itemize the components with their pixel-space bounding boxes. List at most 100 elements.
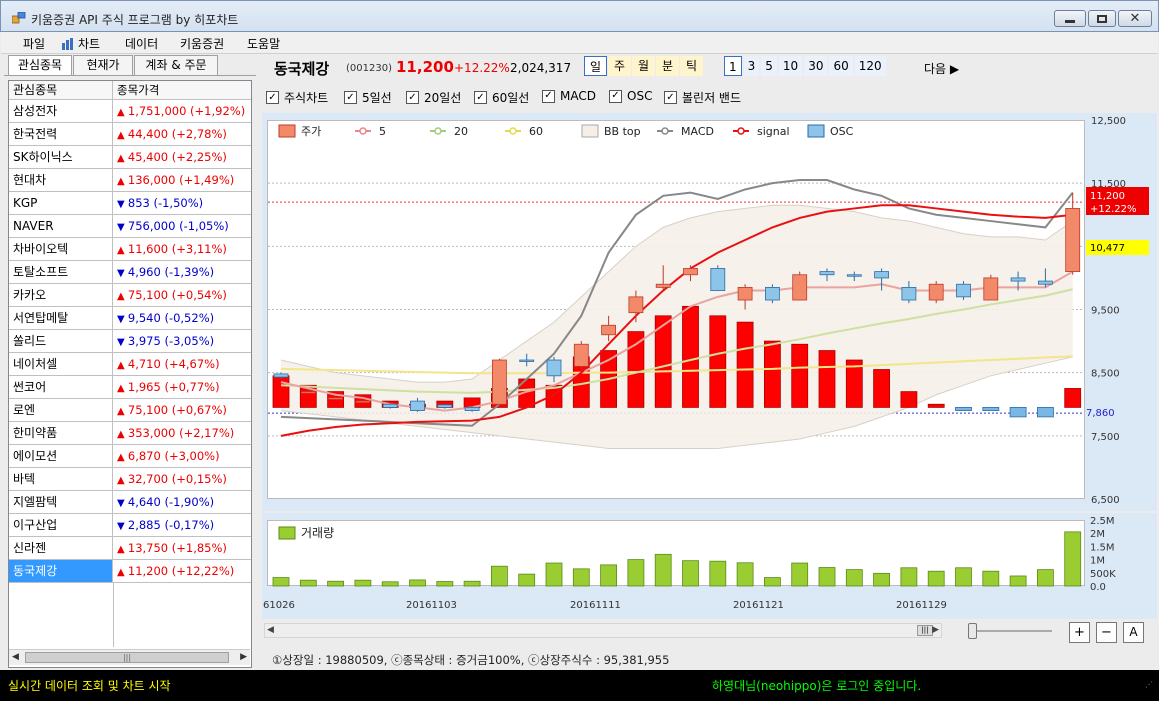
tab-watchlist[interactable]: 관심종목: [8, 55, 72, 75]
interval-2[interactable]: 5: [761, 56, 777, 76]
period-0[interactable]: 일: [584, 56, 607, 76]
row-stock-name[interactable]: 지엘팜텍: [9, 491, 113, 513]
tab-current-price[interactable]: 현재가: [73, 55, 133, 75]
table-row[interactable]: 서연탑메탈 ▼ 9,540 (-0,52%): [9, 307, 251, 330]
row-stock-price[interactable]: ▼ 4,960 (-1,39%): [114, 261, 251, 283]
table-row[interactable]: 토탈소프트 ▼ 4,960 (-1,39%): [9, 261, 251, 284]
zoom-slider-thumb[interactable]: [968, 623, 977, 639]
chart-scroll-right[interactable]: ▶: [932, 625, 939, 635]
indicator-checkbox-3[interactable]: ✓ 60일선: [474, 89, 529, 106]
table-row[interactable]: 네이처셀 ▲ 4,710 (+4,67%): [9, 353, 251, 376]
hscroll-thumb[interactable]: |||: [25, 652, 229, 663]
checkmark-icon[interactable]: ✓: [266, 91, 279, 104]
row-stock-price[interactable]: ▲ 1,965 (+0,77%): [114, 376, 251, 398]
interval-1[interactable]: 3: [743, 56, 760, 76]
row-stock-price[interactable]: ▼ 3,975 (-3,05%): [114, 330, 251, 352]
row-stock-price[interactable]: ▲ 11,600 (+3,11%): [114, 238, 251, 260]
row-stock-name[interactable]: 썬코어: [9, 376, 113, 398]
row-stock-name[interactable]: 로엔: [9, 399, 113, 421]
checkmark-icon[interactable]: ✓: [609, 89, 622, 103]
row-stock-price[interactable]: ▲ 353,000 (+2,17%): [114, 422, 251, 444]
row-stock-name[interactable]: 토탈소프트: [9, 261, 113, 283]
row-stock-name[interactable]: 카카오: [9, 284, 113, 306]
menu-kiwoom[interactable]: 키움증권: [180, 35, 224, 52]
row-stock-price[interactable]: ▲ 75,100 (+0,67%): [114, 399, 251, 421]
row-stock-name[interactable]: 이구산업: [9, 514, 113, 536]
menu-data[interactable]: 데이터: [125, 35, 158, 52]
period-1[interactable]: 주: [608, 56, 631, 76]
row-stock-name[interactable]: 현대차: [9, 169, 113, 191]
indicator-checkbox-4[interactable]: ✓ MACD: [542, 89, 596, 103]
indicator-checkbox-2[interactable]: ✓ 20일선: [406, 89, 461, 106]
zoom-out-button[interactable]: −: [1096, 622, 1117, 643]
row-stock-price[interactable]: ▼ 4,640 (-1,90%): [114, 491, 251, 513]
minimize-button[interactable]: [1054, 10, 1086, 27]
interval-4[interactable]: 30: [804, 56, 828, 76]
row-stock-price[interactable]: ▲ 75,100 (+0,54%): [114, 284, 251, 306]
row-stock-name[interactable]: 쏠리드: [9, 330, 113, 352]
row-stock-name[interactable]: SK하이닉스: [9, 146, 113, 168]
next-button[interactable]: 다음 ▶: [924, 60, 959, 77]
row-stock-name[interactable]: 한국전력: [9, 123, 113, 145]
row-stock-name[interactable]: 삼성전자: [9, 100, 113, 122]
table-row[interactable]: 현대차 ▲ 136,000 (+1,49%): [9, 169, 251, 192]
interval-0[interactable]: 1: [724, 56, 742, 76]
close-button[interactable]: ✕: [1118, 10, 1152, 27]
row-stock-price[interactable]: ▼ 9,540 (-0,52%): [114, 307, 251, 329]
resize-grip-icon[interactable]: ⋰: [1145, 680, 1153, 689]
tab-account-order[interactable]: 계좌 & 주문: [134, 55, 218, 75]
table-row[interactable]: 쏠리드 ▼ 3,975 (-3,05%): [9, 330, 251, 353]
header-name[interactable]: 관심종목: [9, 81, 113, 99]
row-stock-name[interactable]: NAVER: [9, 215, 113, 237]
menu-chart[interactable]: 차트: [61, 35, 100, 52]
checkmark-icon[interactable]: ✓: [406, 91, 419, 104]
table-row[interactable]: 동국제강 ▲ 11,200 (+12,22%): [9, 560, 251, 583]
row-stock-name[interactable]: 신라젠: [9, 537, 113, 559]
row-stock-name[interactable]: 차바이오텍: [9, 238, 113, 260]
row-stock-price[interactable]: ▲ 1,751,000 (+1,92%): [114, 100, 251, 122]
row-stock-price[interactable]: ▲ 11,200 (+12,22%): [114, 560, 251, 582]
row-stock-price[interactable]: ▲ 6,870 (+3,00%): [114, 445, 251, 467]
checkmark-icon[interactable]: ✓: [542, 89, 555, 103]
table-row[interactable]: 지엘팜텍 ▼ 4,640 (-1,90%): [9, 491, 251, 514]
indicator-checkbox-1[interactable]: ✓ 5일선: [344, 89, 392, 106]
chart-scroll-thumb[interactable]: |||: [917, 625, 933, 636]
table-row[interactable]: 썬코어 ▲ 1,965 (+0,77%): [9, 376, 251, 399]
indicator-checkbox-5[interactable]: ✓ OSC: [609, 89, 652, 103]
interval-6[interactable]: 120: [854, 56, 886, 76]
zoom-slider[interactable]: [966, 623, 1054, 639]
table-row[interactable]: 에이모션 ▲ 6,870 (+3,00%): [9, 445, 251, 468]
row-stock-price[interactable]: ▼ 2,885 (-0,17%): [114, 514, 251, 536]
table-row[interactable]: 신라젠 ▲ 13,750 (+1,85%): [9, 537, 251, 560]
chart-hscrollbar[interactable]: ◀ ||| ▶: [264, 623, 942, 638]
row-stock-name[interactable]: 네이처셀: [9, 353, 113, 375]
auto-scale-button[interactable]: A: [1123, 622, 1144, 643]
watchlist-hscrollbar[interactable]: ◀ ||| ▶: [9, 649, 250, 665]
scroll-right-arrow[interactable]: ▶: [240, 652, 247, 662]
row-stock-price[interactable]: ▲ 13,750 (+1,85%): [114, 537, 251, 559]
row-stock-name[interactable]: KGP: [9, 192, 113, 214]
period-2[interactable]: 월: [632, 56, 655, 76]
scroll-left-arrow[interactable]: ◀: [12, 652, 19, 662]
interval-5[interactable]: 60: [829, 56, 853, 76]
row-stock-price[interactable]: ▼ 756,000 (-1,05%): [114, 215, 251, 237]
checkmark-icon[interactable]: ✓: [664, 91, 677, 104]
period-3[interactable]: 분: [656, 56, 679, 76]
period-4[interactable]: 틱: [680, 56, 703, 76]
checkmark-icon[interactable]: ✓: [344, 91, 357, 104]
header-price[interactable]: 종목가격: [114, 81, 251, 99]
chart-scroll-left[interactable]: ◀: [267, 625, 274, 635]
table-row[interactable]: 삼성전자 ▲ 1,751,000 (+1,92%): [9, 100, 251, 123]
row-stock-name[interactable]: 바텍: [9, 468, 113, 490]
table-row[interactable]: 차바이오텍 ▲ 11,600 (+3,11%): [9, 238, 251, 261]
row-stock-name[interactable]: 에이모션: [9, 445, 113, 467]
interval-3[interactable]: 10: [778, 56, 803, 76]
table-row[interactable]: 한미약품 ▲ 353,000 (+2,17%): [9, 422, 251, 445]
row-stock-price[interactable]: ▲ 45,400 (+2,25%): [114, 146, 251, 168]
table-row[interactable]: 카카오 ▲ 75,100 (+0,54%): [9, 284, 251, 307]
indicator-checkbox-6[interactable]: ✓ 볼린저 밴드: [664, 89, 741, 106]
table-row[interactable]: NAVER ▼ 756,000 (-1,05%): [9, 215, 251, 238]
title-bar[interactable]: 키움증권 API 주식 프로그램 by 히포차트 ✕: [0, 0, 1159, 32]
row-stock-name[interactable]: 한미약품: [9, 422, 113, 444]
row-stock-price[interactable]: ▼ 853 (-1,50%): [114, 192, 251, 214]
